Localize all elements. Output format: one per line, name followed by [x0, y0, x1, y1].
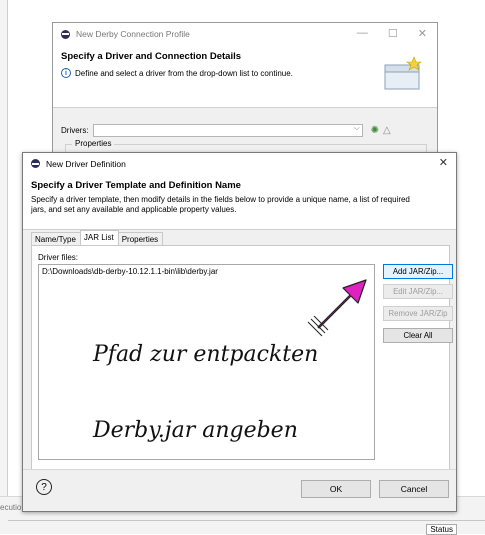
driver-dialog-titlebar: New Driver Definition ✕ [23, 153, 456, 174]
tab-properties[interactable]: Properties [117, 232, 164, 245]
connection-profile-heading: Specify a Driver and Connection Details [61, 51, 242, 62]
cancel-button[interactable]: Cancel [379, 480, 449, 498]
eclipse-icon [31, 159, 40, 168]
edit-driver-icon[interactable]: △ [383, 125, 391, 136]
chevron-down-icon: ⌵ [354, 125, 360, 132]
tab-jar-list[interactable]: JAR List [79, 230, 119, 245]
driver-dialog-title: New Driver Definition [46, 158, 126, 169]
annotation-line-1: Pfad zur entpackten [93, 342, 319, 367]
list-item[interactable]: D:\Downloads\db-derby-10.12.1.1-bin\lib\… [39, 265, 374, 278]
properties-group-label: Properties [72, 139, 115, 148]
driver-dialog-footer: ? OK Cancel [23, 469, 456, 511]
ide-left-gutter [0, 0, 8, 534]
window-controls: — ☐ ✕ [357, 27, 427, 40]
clear-all-button[interactable]: Clear All [383, 328, 453, 343]
driver-tabs: Name/Type JAR List Properties [31, 230, 164, 245]
eclipse-icon [61, 29, 70, 39]
tab-name-type[interactable]: Name/Type [31, 232, 81, 245]
new-driver-icon[interactable]: ✺ [371, 125, 379, 136]
close-icon[interactable]: ✕ [439, 156, 448, 169]
ide-execution-tab[interactable]: ecutio [0, 503, 21, 512]
driver-dialog-description: Specify a driver template, then modify d… [31, 195, 410, 214]
connection-profile-header: Specify a Driver and Connection Details … [53, 45, 437, 108]
edit-jar-button[interactable]: Edit JAR/Zip... [383, 284, 453, 299]
ide-status-rule [8, 520, 485, 521]
ide-status-column-header[interactable]: Status [426, 524, 457, 535]
new-driver-definition-dialog: New Driver Definition ✕ Specify a Driver… [22, 152, 457, 512]
connection-profile-titlebar: New Derby Connection Profile — ☐ ✕ [53, 23, 437, 45]
driver-dialog-heading: Specify a Driver Template and Definition… [31, 180, 241, 191]
maximize-icon[interactable]: ☐ [388, 27, 398, 40]
driver-files-label: Driver files: [38, 253, 79, 262]
drivers-label: Drivers: [61, 126, 89, 135]
driver-dialog-header: Specify a Driver Template and Definition… [23, 174, 456, 230]
connection-profile-info: i Define and select a driver from the dr… [61, 68, 429, 78]
minimize-icon[interactable]: — [357, 27, 368, 40]
connection-profile-title: New Derby Connection Profile [76, 29, 190, 39]
annotation-line-2: Derby.jar angeben [93, 418, 298, 443]
info-icon: i [61, 68, 71, 78]
drivers-dropdown[interactable]: ⌵ [92, 124, 363, 137]
drivers-row: Drivers: ⌵ ✺ △ [61, 124, 429, 137]
help-icon[interactable]: ? [36, 479, 52, 495]
connection-profile-info-text: Define and select a driver from the drop… [75, 68, 293, 78]
remove-jar-button[interactable]: Remove JAR/Zip [383, 306, 453, 321]
wizard-banner-icon [384, 56, 422, 90]
close-icon[interactable]: ✕ [418, 27, 427, 40]
ok-button[interactable]: OK [301, 480, 371, 498]
add-jar-button[interactable]: Add JAR/Zip... [383, 264, 453, 279]
